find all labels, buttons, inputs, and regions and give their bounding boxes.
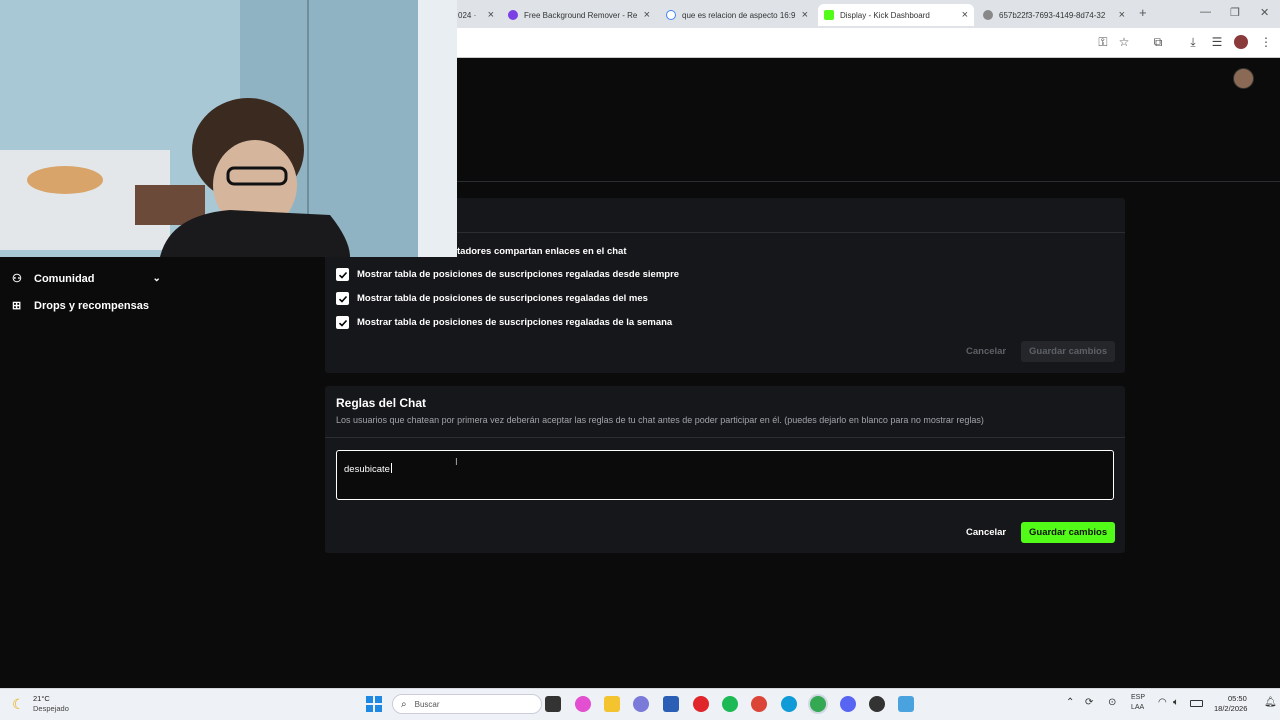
weather-temperature[interactable]: 21°C [33,694,50,703]
close-tab-icon[interactable]: × [802,9,808,21]
notifications-bell-icon[interactable]: 🔔︎ [1264,697,1277,708]
extensions-icon[interactable]: ⧉ [1151,35,1165,49]
maximize-icon[interactable]: ❐ [1230,6,1240,19]
windows-start-icon[interactable] [366,696,382,712]
option-label-partial: tadores compartan enlaces en el chat [457,246,627,257]
discord-icon[interactable] [840,696,856,712]
tray-app-icon[interactable]: ⊙ [1108,697,1116,708]
chrome-icon[interactable] [751,696,767,712]
close-tab-icon[interactable]: × [488,9,494,21]
cancel-button[interactable]: Cancelar [966,346,1006,357]
checkbox-checked[interactable] [336,316,349,329]
checkbox-checked[interactable] [336,292,349,305]
community-icon: ⚇ [12,273,22,285]
browser-tab[interactable]: 024 · × [452,4,500,26]
settings-app-icon[interactable] [633,696,649,712]
battery-icon[interactable] [1190,700,1203,707]
file-explorer-icon[interactable] [604,696,620,712]
sidebar-item-comunidad[interactable]: ⚇ Comunidad ⌄ [12,272,161,286]
gift-icon: ⊞ [12,300,22,312]
close-tab-icon[interactable]: × [1119,9,1125,21]
divider [325,437,1125,438]
menu-kebab-icon[interactable]: ⋮ [1259,35,1273,49]
text-caret [390,463,392,473]
weather-description[interactable]: Despejado [33,704,69,713]
language-indicator[interactable]: ESP [1131,694,1145,701]
cancel-button[interactable]: Cancelar [966,527,1006,538]
chat-rules-title: Reglas del Chat [336,396,427,410]
webcam-image [0,0,457,257]
save-changes-button[interactable]: Guardar cambios [1021,522,1116,543]
favicon-icon [508,10,518,20]
close-tab-icon[interactable]: × [962,9,968,21]
globe-icon [983,10,993,20]
clock-time[interactable]: 05:50 [1228,694,1247,703]
chevron-down-icon[interactable]: ⌄ [153,273,161,284]
text-cursor-icon: I [455,457,458,468]
user-avatar[interactable] [1233,68,1254,89]
kick-favicon-icon [824,10,834,20]
webcam-overlay [0,0,457,257]
sidebar-item-drops[interactable]: ⊞ Drops y recompensas [12,299,149,313]
close-tab-icon[interactable]: × [644,9,650,21]
browser-tab[interactable]: que es relacion de aspecto 16:9 × [660,4,814,26]
chat-rules-description: Los usuarios que chatean por primera vez… [336,415,984,425]
browser-tab-active[interactable]: Display - Kick Dashboard × [818,4,974,26]
checkbox-checked[interactable] [336,268,349,281]
chat-rules-text: desubicate [344,464,390,475]
paint-icon[interactable] [898,696,914,712]
reading-list-icon[interactable]: ☰ [1210,35,1224,49]
chat-rules-textarea[interactable]: desubicate [336,450,1114,500]
task-view-icon[interactable] [545,696,561,712]
browser-tab[interactable]: Free Background Remover - Re × [502,4,656,26]
browser-tab[interactable]: 657b22f3-7693-4149-8d74-32 × [977,4,1131,26]
new-tab-button[interactable]: + [1139,5,1147,20]
wifi-icon[interactable]: ◠ [1158,697,1167,708]
search-icon: ⌕ [401,698,407,710]
clock-date[interactable]: 18/2/2026 [1214,704,1247,713]
volume-icon[interactable]: 🔈︎ [1173,697,1179,708]
google-icon [666,10,676,20]
checkbox-row[interactable]: Mostrar tabla de posiciones de suscripci… [336,316,672,329]
opera-icon[interactable] [693,696,709,712]
save-changes-button-disabled[interactable]: Guardar cambios [1021,341,1116,362]
checkmark-icon [338,271,347,279]
bookmark-star-icon[interactable]: ☆ [1117,35,1131,49]
minimize-icon[interactable]: — [1200,6,1211,18]
close-window-icon[interactable]: ✕ [1260,6,1269,19]
checkbox-row[interactable]: Mostrar tabla de posiciones de suscripci… [336,292,648,305]
weather-moon-icon: ☾ [12,696,25,712]
copilot-icon[interactable] [575,696,591,712]
word-icon[interactable] [663,696,679,712]
profile-avatar-icon[interactable] [1234,35,1248,49]
tray-app-icon[interactable]: ⟳ [1085,697,1093,708]
obs-icon[interactable] [869,696,885,712]
spotify-icon[interactable] [722,696,738,712]
download-icon[interactable]: ⤓ [1186,35,1200,49]
checkbox-row[interactable]: Mostrar tabla de posiciones de suscripci… [336,268,679,281]
taskbar-search-input[interactable]: ⌕ Buscar [392,694,542,714]
tray-chevron-up-icon[interactable]: ⌃ [1066,697,1074,708]
chrome-active-icon[interactable] [810,696,826,712]
edge-icon[interactable] [781,696,797,712]
password-key-icon[interactable]: ⚿ [1096,35,1110,49]
checkmark-icon [338,295,347,303]
checkmark-icon [338,319,347,327]
language-indicator-variant[interactable]: LAA [1131,704,1144,711]
header-divider [457,181,1280,182]
